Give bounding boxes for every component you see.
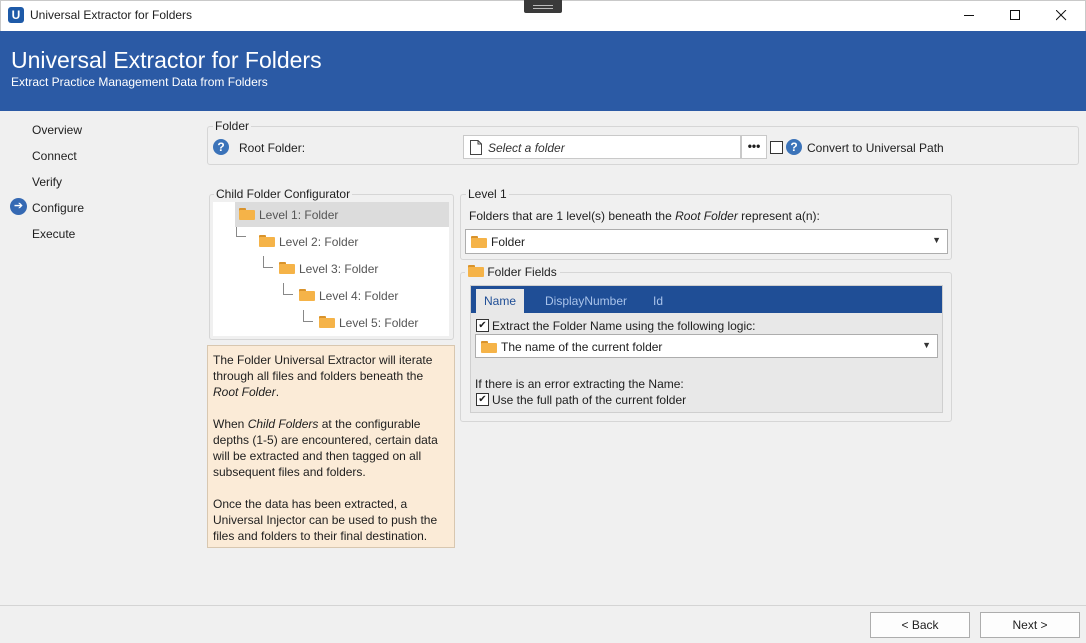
folder-icon bbox=[279, 262, 295, 274]
full-path-fallback-checkbox[interactable]: ✔ bbox=[476, 393, 489, 406]
tab-strip: Name DisplayNumber Id bbox=[471, 286, 942, 313]
error-label: If there is an error extracting the Name… bbox=[475, 377, 684, 391]
app-icon: U bbox=[8, 7, 24, 23]
folder-icon bbox=[259, 235, 275, 247]
fields-tab-control: Name DisplayNumber Id ✔ Extract the Fold… bbox=[470, 285, 943, 413]
extract-name-checkbox[interactable]: ✔ bbox=[476, 319, 489, 332]
folder-group-label: Folder bbox=[213, 119, 252, 133]
info-paragraph: Once the data has been extracted, a Univ… bbox=[213, 497, 438, 543]
tree-connector bbox=[263, 256, 273, 268]
header-banner: Universal Extractor for Folders Extract … bbox=[0, 31, 1086, 111]
help-icon[interactable]: ? bbox=[786, 139, 802, 155]
level-type-select[interactable]: Folder ▼ bbox=[465, 229, 948, 254]
info-panel: The Folder Universal Extractor will iter… bbox=[207, 345, 455, 548]
tree-connector bbox=[236, 227, 246, 237]
level-group-label: Level 1 bbox=[466, 187, 509, 201]
close-icon bbox=[1055, 10, 1066, 21]
tree-node-label: Level 5: Folder bbox=[339, 316, 419, 330]
folder-icon bbox=[481, 341, 497, 353]
tree-node-label: Level 3: Folder bbox=[299, 262, 379, 276]
tab-name[interactable]: Name bbox=[476, 289, 525, 313]
arrow-right-icon: ➔ bbox=[10, 198, 27, 215]
name-logic-value: The name of the current folder bbox=[501, 340, 663, 354]
chevron-down-icon: ▼ bbox=[932, 235, 941, 245]
folder-icon bbox=[319, 316, 335, 328]
tree-connector bbox=[283, 283, 293, 295]
level-type-value: Folder bbox=[491, 235, 526, 249]
folder-icon bbox=[239, 208, 255, 220]
tree-node-level-1[interactable]: Level 1: Folder bbox=[239, 204, 338, 226]
maximize-icon bbox=[1009, 10, 1020, 20]
nav-item-verify[interactable]: Verify bbox=[32, 175, 62, 189]
back-button[interactable]: < Back bbox=[870, 612, 970, 638]
extract-name-label: Extract the Folder Name using the follow… bbox=[492, 319, 756, 333]
tab-displaynumber[interactable]: DisplayNumber bbox=[537, 289, 635, 313]
minimize-icon bbox=[963, 15, 974, 16]
banner-subtitle: Extract Practice Management Data from Fo… bbox=[11, 75, 268, 89]
folder-icon bbox=[299, 289, 315, 301]
full-path-fallback-label: Use the full path of the current folder bbox=[492, 393, 687, 407]
tree-node-level-5[interactable]: Level 5: Folder bbox=[319, 312, 418, 334]
name-logic-select[interactable]: The name of the current folder ▼ bbox=[475, 334, 938, 358]
convert-universal-path-checkbox[interactable] bbox=[770, 141, 783, 154]
nav-item-overview[interactable]: Overview bbox=[32, 123, 82, 137]
tree-node-level-3[interactable]: Level 3: Folder bbox=[279, 258, 378, 280]
tab-id[interactable]: Id bbox=[645, 289, 671, 313]
tree-connector bbox=[303, 310, 313, 322]
folder-fields-label: Folder Fields bbox=[487, 265, 557, 279]
footer-bar: < Back Next > bbox=[0, 605, 1086, 643]
document-icon bbox=[470, 140, 482, 155]
root-folder-placeholder: Select a folder bbox=[488, 141, 565, 155]
folder-fields-header: Folder Fields bbox=[465, 265, 560, 279]
tree-node-label: Level 2: Folder bbox=[279, 235, 359, 249]
browse-button[interactable]: ••• bbox=[741, 135, 767, 159]
level-description: Folders that are 1 level(s) beneath the … bbox=[469, 209, 820, 223]
tree-node-level-4[interactable]: Level 4: Folder bbox=[299, 285, 398, 307]
maximize-button[interactable] bbox=[992, 0, 1038, 31]
tree-node-label: Level 1: Folder bbox=[259, 208, 339, 222]
tree-node-level-2[interactable]: Level 2: Folder bbox=[259, 231, 358, 253]
chevron-down-icon: ▼ bbox=[922, 340, 931, 350]
convert-universal-path-label: Convert to Universal Path bbox=[807, 141, 944, 155]
info-paragraph: When Child Folders at the configurable d… bbox=[213, 417, 438, 479]
level-tree: Level 1: Folder Level 2: Folder Level 3:… bbox=[213, 202, 449, 336]
help-icon[interactable]: ? bbox=[213, 139, 229, 155]
folder-icon bbox=[468, 265, 484, 277]
minimize-button[interactable] bbox=[946, 0, 992, 31]
tree-node-label: Level 4: Folder bbox=[319, 289, 399, 303]
close-button[interactable] bbox=[1038, 0, 1084, 31]
banner-title: Universal Extractor for Folders bbox=[11, 47, 322, 73]
nav-item-configure[interactable]: Configure bbox=[32, 201, 84, 215]
next-button[interactable]: Next > bbox=[980, 612, 1080, 638]
folder-icon bbox=[471, 236, 487, 248]
info-paragraph: The Folder Universal Extractor will iter… bbox=[213, 353, 433, 399]
child-config-label: Child Folder Configurator bbox=[214, 187, 353, 201]
root-folder-label: Root Folder: bbox=[239, 141, 306, 155]
drag-grip-icon[interactable] bbox=[524, 0, 562, 13]
root-folder-input[interactable]: Select a folder bbox=[463, 135, 741, 159]
nav-item-execute[interactable]: Execute bbox=[32, 227, 75, 241]
window-title: Universal Extractor for Folders bbox=[30, 8, 193, 22]
nav-item-connect[interactable]: Connect bbox=[32, 149, 77, 163]
